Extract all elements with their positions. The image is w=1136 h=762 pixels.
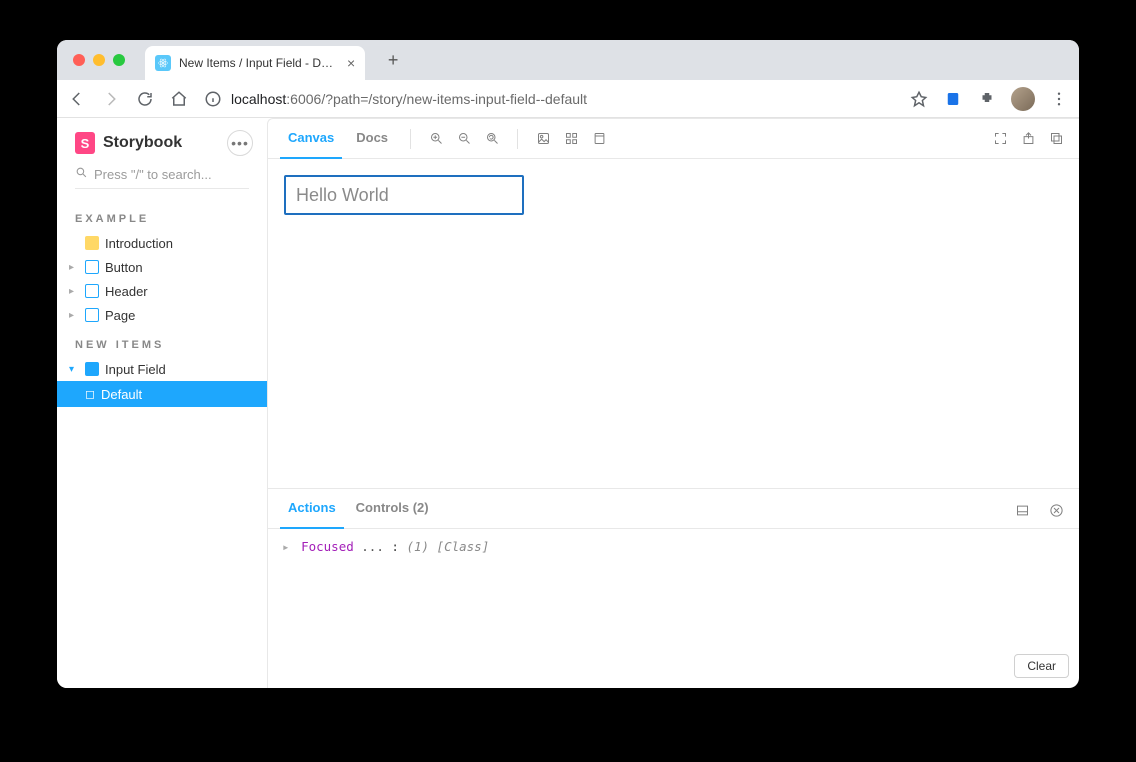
sidebar-search[interactable] (75, 166, 249, 189)
window-controls (67, 40, 133, 80)
storybook-app: S Storybook ••• EXAMPLE Introduction ▸ (57, 118, 1079, 688)
open-isolated-icon[interactable] (1017, 128, 1039, 150)
sidebar-item-label: Input Field (105, 362, 166, 377)
component-icon (85, 260, 99, 274)
sidebar-group-example: EXAMPLE Introduction ▸ Button ▸ Header (57, 203, 267, 329)
action-name: Focused (301, 539, 354, 554)
extensions-puzzle-icon[interactable] (977, 89, 997, 109)
home-icon[interactable] (169, 89, 189, 109)
tab-canvas[interactable]: Canvas (280, 119, 342, 159)
sidebar-story-label: Default (101, 387, 142, 402)
caret-icon: ▸ (69, 310, 79, 321)
brand-logo-icon: S (75, 132, 95, 154)
profile-avatar[interactable] (1011, 87, 1035, 111)
search-icon (75, 166, 88, 182)
viewport-icon[interactable] (588, 128, 610, 150)
tab-controls[interactable]: Controls (2) (348, 489, 437, 529)
tab-docs[interactable]: Docs (348, 119, 396, 159)
component-icon (85, 362, 99, 376)
sidebar-item-button[interactable]: ▸ Button (57, 255, 267, 279)
sidebar-item-header[interactable]: ▸ Header (57, 279, 267, 303)
action-meta: (1) [Class] (406, 539, 489, 554)
zoom-out-icon[interactable] (453, 128, 475, 150)
background-icon[interactable] (532, 128, 554, 150)
search-input[interactable] (94, 167, 270, 182)
grid-icon[interactable] (560, 128, 582, 150)
sidebar-item-label: Button (105, 260, 143, 275)
copy-link-icon[interactable] (1045, 128, 1067, 150)
clear-button[interactable]: Clear (1014, 654, 1069, 678)
actions-log: ▸ Focused ... : (1) [Class] (268, 529, 1079, 688)
main-panel: Canvas Docs Actions (267, 118, 1079, 688)
component-icon (85, 284, 99, 298)
kebab-menu-icon[interactable] (1049, 89, 1069, 109)
browser-window: New Items / Input Field - Defau × + loca… (57, 40, 1079, 688)
browser-right-icons (909, 87, 1069, 111)
tab-close-icon[interactable]: × (347, 55, 355, 71)
tab-favicon-icon (155, 55, 171, 71)
sidebar-story-default[interactable]: ◻ Default (57, 381, 267, 407)
sidebar-item-input-field[interactable]: ▾ Input Field (57, 357, 267, 381)
browser-tabbar: New Items / Input Field - Defau × + (57, 40, 1079, 80)
sidebar-item-introduction[interactable]: Introduction (57, 231, 267, 255)
caret-icon: ▸ (69, 286, 79, 297)
caret-icon: ▸ (69, 262, 79, 273)
sidebar: S Storybook ••• EXAMPLE Introduction ▸ (57, 118, 267, 688)
brand-name: Storybook (103, 134, 182, 152)
caret-down-icon: ▾ (69, 364, 79, 375)
action-ellipsis: ... (361, 539, 384, 554)
toolbar-separator (410, 129, 411, 149)
component-icon (85, 308, 99, 322)
fullscreen-icon[interactable] (989, 128, 1011, 150)
close-window-icon[interactable] (73, 54, 85, 66)
zoom-reset-icon[interactable] (481, 128, 503, 150)
browser-toolbar: localhost:6006/?path=/story/new-items-in… (57, 80, 1079, 118)
sidebar-item-label: Introduction (105, 236, 173, 251)
url-host: localhost:6006/?path=/story/new-items-in… (231, 91, 587, 107)
tab-actions[interactable]: Actions (280, 489, 344, 529)
minimize-window-icon[interactable] (93, 54, 105, 66)
sidebar-menu-button[interactable]: ••• (227, 130, 253, 156)
tab-title: New Items / Input Field - Defau (179, 56, 339, 70)
addons-position-icon[interactable] (1011, 499, 1033, 521)
sidebar-item-label: Page (105, 308, 135, 323)
toolbar-separator (517, 129, 518, 149)
new-tab-button[interactable]: + (379, 46, 407, 74)
addons-panel: Actions Controls (2) ▸ Focused ... : (1)… (268, 488, 1079, 688)
brand: S Storybook (75, 132, 182, 154)
addons-tabs: Actions Controls (2) (268, 489, 1079, 529)
doc-icon (85, 236, 99, 250)
extension-shield-icon[interactable] (943, 89, 963, 109)
bookmark-icon: ◻ (85, 387, 95, 401)
forward-icon[interactable] (101, 89, 121, 109)
back-icon[interactable] (67, 89, 87, 109)
canvas-toolbar: Canvas Docs (268, 119, 1079, 159)
expand-caret-icon[interactable]: ▸ (282, 539, 290, 554)
sidebar-item-page[interactable]: ▸ Page (57, 303, 267, 327)
story-canvas (268, 159, 1079, 488)
reload-icon[interactable] (135, 89, 155, 109)
address-bar[interactable]: localhost:6006/?path=/story/new-items-in… (203, 89, 895, 109)
group-title: EXAMPLE (57, 213, 267, 231)
zoom-in-icon[interactable] (425, 128, 447, 150)
sidebar-group-new-items: NEW ITEMS ▾ Input Field ◻ Default (57, 329, 267, 409)
site-info-icon[interactable] (203, 89, 223, 109)
browser-tab[interactable]: New Items / Input Field - Defau × (145, 46, 365, 80)
action-colon: : (391, 539, 399, 554)
maximize-window-icon[interactable] (113, 54, 125, 66)
addons-close-icon[interactable] (1045, 499, 1067, 521)
bookmark-star-icon[interactable] (909, 89, 929, 109)
group-title: NEW ITEMS (57, 339, 267, 357)
demo-text-input[interactable] (284, 175, 524, 215)
sidebar-item-label: Header (105, 284, 148, 299)
